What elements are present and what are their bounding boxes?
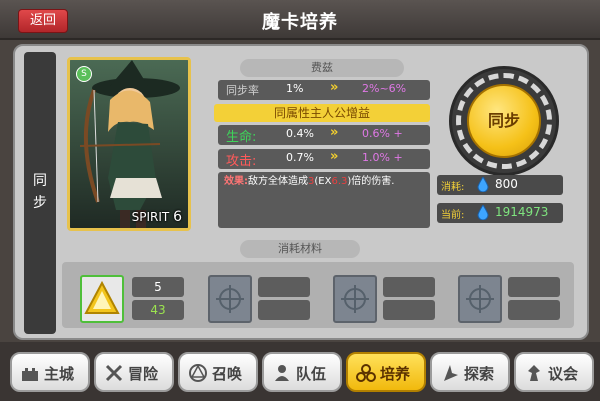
gold-triangle-icon (84, 280, 120, 314)
empty-slot-icon (466, 285, 494, 313)
nav-train[interactable]: 培养 (346, 352, 426, 392)
nav-explore[interactable]: 探索 (430, 352, 510, 392)
empty-slot-icon (341, 285, 369, 313)
material-4-count (508, 277, 560, 297)
card-artwork (70, 60, 188, 228)
material-slot-4[interactable] (458, 275, 502, 323)
material-1-count: 5 (132, 277, 184, 297)
empty-slot-icon (216, 285, 244, 313)
crossed-swords-icon (105, 364, 123, 382)
material-3-count (383, 277, 435, 297)
summon-circle-icon (189, 364, 207, 382)
atk-current: 0.7% (286, 151, 314, 164)
bonus-header: 同属性主人公增益 (214, 104, 430, 122)
sync-rate-label: 同步率 (226, 84, 259, 97)
hp-current: 0.4% (286, 127, 314, 140)
arrow-icon: » (330, 80, 339, 95)
current-row: 当前: 1914973 (437, 203, 563, 223)
nav-team[interactable]: 队伍 (262, 352, 342, 392)
nav-council[interactable]: 议会 (514, 352, 594, 392)
atk-next: 1.0% + (362, 151, 403, 164)
atk-label: 攻击: (226, 154, 257, 169)
council-icon (528, 365, 540, 381)
material-slot-1[interactable] (80, 275, 124, 323)
hp-label: 生命: (226, 130, 257, 145)
nav-summon[interactable]: 召唤 (178, 352, 258, 392)
material-2-count (258, 277, 310, 297)
material-slot-3[interactable] (333, 275, 377, 323)
fee-header: 费兹 (240, 59, 404, 77)
hp-next: 0.6% + (362, 127, 403, 140)
hero-card[interactable]: S SPIRIT 6 (67, 57, 191, 231)
material-1-owned: 43 (132, 300, 184, 320)
train-icon (356, 364, 376, 382)
blue-gem-icon (477, 177, 489, 192)
cost-label: 消耗: (441, 182, 465, 193)
nav-adventure[interactable]: 冒险 (94, 352, 174, 392)
blue-gem-icon (477, 205, 489, 220)
sync-rate-current: 1% (286, 82, 304, 95)
material-4-owned (508, 300, 560, 320)
arrow-icon: » (330, 149, 339, 164)
sync-rate-next: 2%~6% (362, 82, 407, 95)
explore-icon (444, 365, 458, 381)
cost-row: 消耗: 800 (437, 175, 563, 195)
side-tab-label: 同 步 (33, 173, 47, 211)
sync-rate-row: 同步率 1% » 2%~6% (218, 80, 430, 100)
current-label: 当前: (441, 210, 465, 221)
hp-bonus-row: 生命: 0.4% » 0.6% + (218, 125, 430, 145)
page-title: 魔卡培养 (262, 12, 338, 33)
materials-header: 消耗材料 (240, 240, 360, 258)
team-icon (275, 365, 289, 381)
sync-button[interactable]: 同步 (467, 84, 541, 158)
material-3-owned (383, 300, 435, 320)
card-element-badge: S (76, 66, 92, 82)
castle-icon (22, 368, 38, 381)
cost-value: 800 (495, 177, 518, 191)
effect-description: 效果:敌方全体造成3(EX6.3)倍的伤害. (218, 172, 430, 228)
material-slot-2[interactable] (208, 275, 252, 323)
arrow-icon: » (330, 125, 339, 140)
side-tab-sync[interactable]: 同 步 (24, 52, 56, 334)
material-2-owned (258, 300, 310, 320)
atk-bonus-row: 攻击: 0.7% » 1.0% + (218, 149, 430, 169)
current-value: 1914973 (495, 205, 549, 219)
nav-main-city[interactable]: 主城 (10, 352, 90, 392)
card-spirit-label: SPIRIT 6 (131, 209, 182, 225)
